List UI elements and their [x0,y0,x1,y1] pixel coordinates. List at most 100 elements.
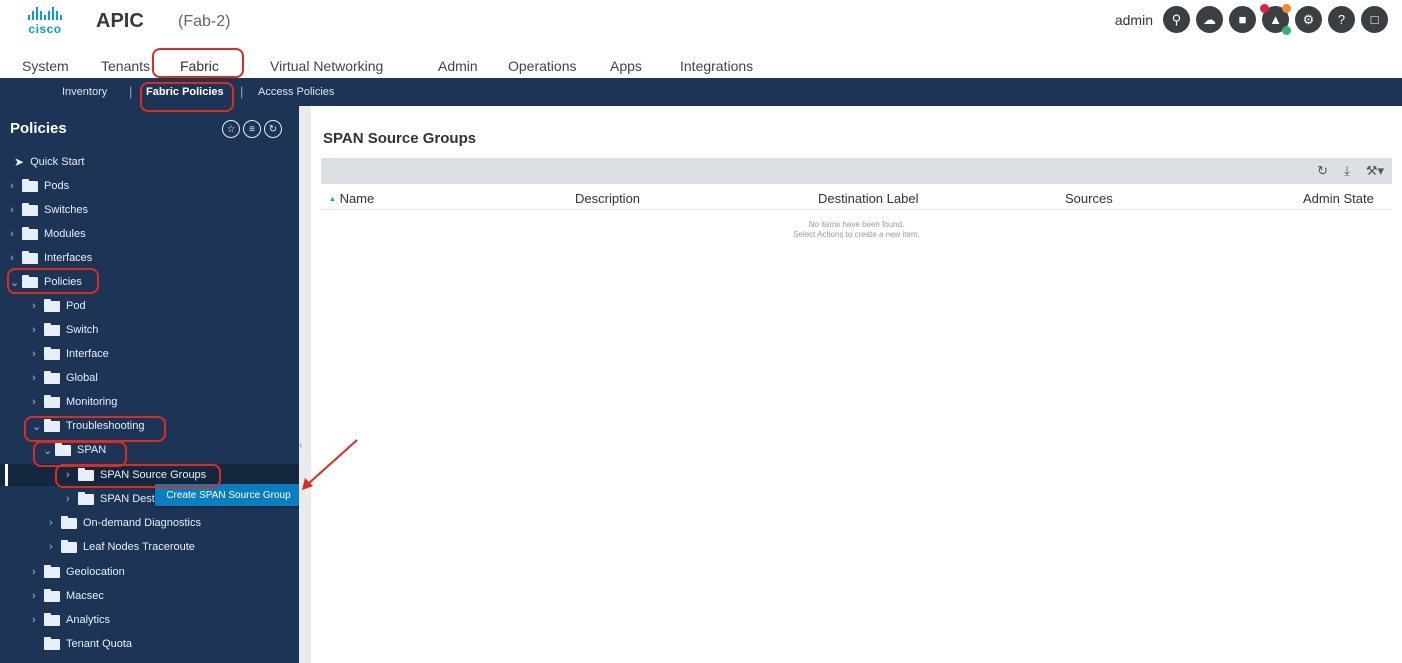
tree-item-global[interactable]: › Global [32,367,98,389]
filter-icon[interactable]: ≡ [243,120,261,138]
chevron-right-icon[interactable]: › [32,614,44,626]
folder-icon [44,636,60,650]
folder-icon [22,226,38,240]
empty-state: No items have been found. Select Actions… [321,220,1392,240]
tab-virtual-networking[interactable]: Virtual Networking [270,58,383,74]
chevron-right-icon[interactable]: › [32,590,44,602]
header-actions: admin ⚲ ☁ ■ ▲ ⚙ ? □ [1115,4,1388,35]
chevron-right-icon[interactable]: › [49,541,61,553]
annotation-span-source-groups [55,464,221,488]
column-header-sources[interactable]: Sources [1065,191,1113,206]
tree-item-analytics[interactable]: › Analytics [32,609,110,631]
chevron-right-icon[interactable]: › [32,300,44,312]
table-toolbar: ↻ ⤓ ⚒▾ [321,158,1392,184]
chevron-right-icon[interactable]: › [66,493,78,505]
tab-system[interactable]: System [22,58,69,74]
video-icon[interactable]: ■ [1229,6,1256,33]
tree-item-quick-start[interactable]: ➤ Quick Start [14,151,84,173]
refresh-icon[interactable]: ↻ [264,120,282,138]
annotation-fabric-tab [152,48,244,78]
cloud-icon[interactable]: ☁ [1196,6,1223,33]
tree-item-pod[interactable]: › Pod [32,295,86,317]
tree-item-tenant-quota[interactable]: Tenant Quota [44,633,132,655]
tab-apps[interactable]: Apps [610,58,642,74]
search-icon[interactable]: ⚲ [1163,6,1190,33]
tree-item-label: Macsec [66,590,104,602]
tab-tenants[interactable]: Tenants [101,58,150,74]
tree-item-interfaces[interactable]: › Interfaces [10,247,92,269]
page-title: SPAN Source Groups [323,130,477,147]
folder-icon [22,202,38,216]
tree-item-on-demand-diagnostics[interactable]: › On-demand Diagnostics [49,512,201,534]
chevron-right-icon[interactable]: › [32,396,44,408]
chevron-right-icon[interactable]: › [10,204,22,216]
favorites-icon[interactable]: ☆ [222,120,240,138]
column-header-admin-state[interactable]: Admin State [1303,191,1374,206]
tree-item-switches[interactable]: › Switches [10,199,88,221]
chat-icon[interactable]: □ [1361,6,1388,33]
tree-item-label: Geolocation [66,566,125,578]
gear-icon[interactable]: ⚙ [1295,6,1322,33]
sidebar-title: Policies [10,120,67,137]
column-header-description[interactable]: Description [575,191,640,206]
folder-icon [44,612,60,626]
chevron-right-icon[interactable]: › [10,228,22,240]
folder-icon [44,298,60,312]
annotation-policies [7,268,99,294]
empty-state-line-2: Select Actions to create a new item. [793,230,920,239]
folder-icon [22,178,38,192]
tab-admin[interactable]: Admin [438,58,478,74]
tab-integrations[interactable]: Integrations [680,58,753,74]
empty-state-line-1: No items have been found. [808,220,905,229]
tree-item-pods[interactable]: › Pods [10,175,69,197]
subnav-separator: | [129,84,133,99]
sidebar-actions: ☆ ≡ ↻ [222,120,282,138]
chevron-right-icon[interactable]: › [32,348,44,360]
tree-item-span-destination-groups[interactable]: › SPAN Dest [66,488,155,510]
tree-item-switch[interactable]: › Switch [32,319,98,341]
subnav-inventory[interactable]: Inventory [62,86,107,98]
tree-item-leaf-nodes-traceroute[interactable]: › Leaf Nodes Traceroute [49,536,195,558]
folder-icon [44,564,60,578]
chevron-right-icon[interactable]: › [32,324,44,336]
subnav-separator: | [240,84,244,99]
tree-item-modules[interactable]: › Modules [10,223,86,245]
quick-start-icon: ➤ [14,155,25,169]
chevron-right-icon[interactable]: › [49,517,61,529]
user-name[interactable]: admin [1115,12,1153,28]
tree-item-interface[interactable]: › Interface [32,343,109,365]
download-icon[interactable]: ⤓ [1344,163,1350,179]
help-icon[interactable]: ? [1328,6,1355,33]
collapse-handle-icon[interactable]: ‹ [299,440,302,451]
chevron-right-icon[interactable]: › [10,252,22,264]
chevron-right-icon[interactable]: › [10,180,22,192]
logo-text: cisco [28,22,62,36]
column-header-name[interactable]: ▲ Name [329,191,374,206]
folder-icon [61,539,77,553]
tab-operations[interactable]: Operations [508,58,576,74]
tree-item-monitoring[interactable]: › Monitoring [32,391,117,413]
content-panel: SPAN Source Groups ↻ ⤓ ⚒▾ ▲ Name Descrip… [311,118,1402,663]
folder-icon [44,588,60,602]
tree-item-label: On-demand Diagnostics [83,517,202,529]
table-header: ▲ Name Description Destination Label Sou… [321,184,1392,210]
subnav-access-policies[interactable]: Access Policies [258,86,334,98]
tree-item-label: Monitoring [66,396,118,408]
panel-divider[interactable] [299,106,311,663]
tree-item-macsec[interactable]: › Macsec [32,585,104,607]
alerts-icon[interactable]: ▲ [1260,4,1291,35]
tools-icon[interactable]: ⚒▾ [1366,163,1384,179]
cisco-logo: cisco [20,6,70,40]
sort-asc-icon: ▲ [329,196,336,204]
column-header-destination-label[interactable]: Destination Label [818,191,918,206]
context-menu-label: Create SPAN Source Group [166,489,291,501]
chevron-right-icon[interactable]: › [32,566,44,578]
chevron-right-icon[interactable]: › [32,372,44,384]
refresh-icon[interactable]: ↻ [1317,163,1328,179]
folder-icon [44,322,60,336]
folder-icon [22,250,38,264]
tree-item-label: Tenant Quota [66,638,133,650]
tree-item-label: Modules [44,228,86,240]
folder-icon [44,394,60,408]
tree-item-geolocation[interactable]: › Geolocation [32,561,125,583]
